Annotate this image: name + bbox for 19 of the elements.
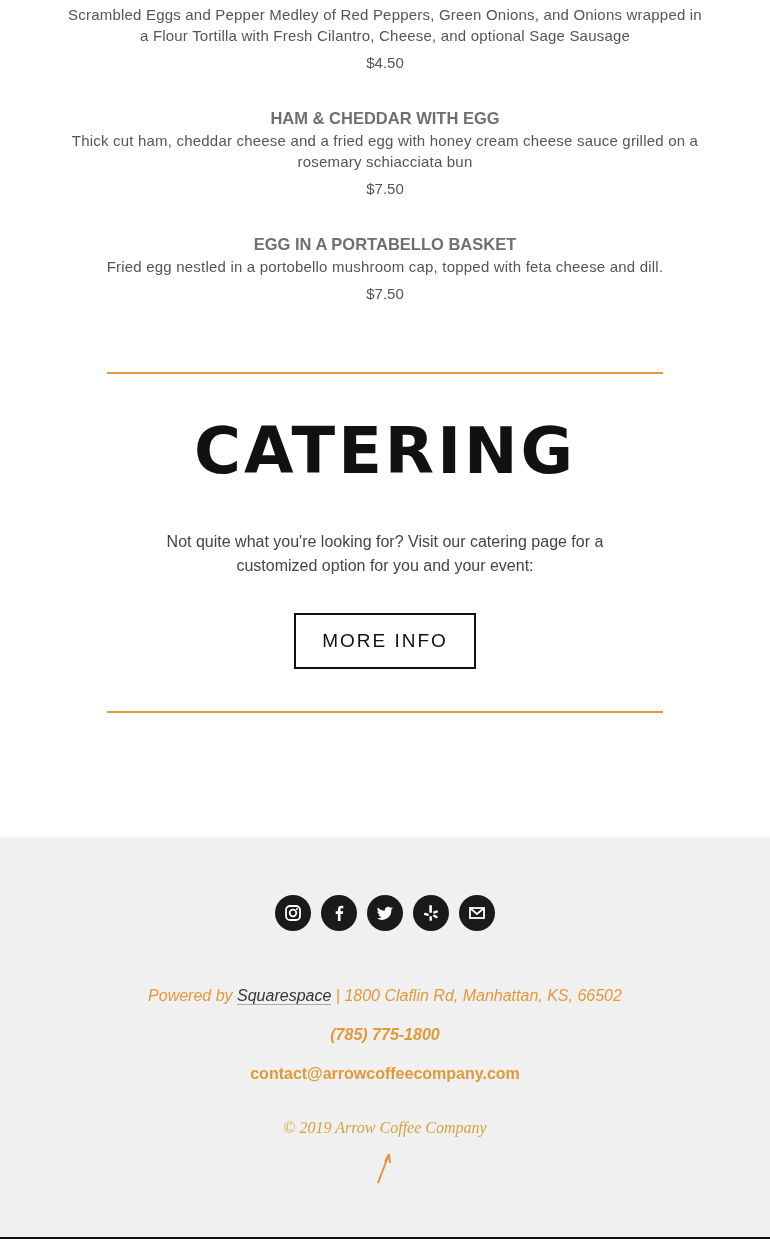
menu-item-description: Scrambled Eggs and Pepper Medley of Red Peppers, Green Onions, and Onions wrapped in a Flour Tortilla with Fresh Cilantro, Cheese, and optional Sage Sausage bbox=[67, 5, 703, 46]
menu-item-price: $4.50 bbox=[365, 54, 405, 71]
menu-item-price: $7.50 bbox=[365, 180, 405, 197]
instagram-icon[interactable] bbox=[275, 895, 311, 931]
copyright-text: © 2019 Arrow Coffee Company bbox=[283, 1119, 487, 1137]
menu-item-description: Thick cut ham, cheddar cheese and a fried egg with honey cream cheese sauce grilled on a rosemary schiacciata bun bbox=[70, 131, 700, 172]
catering-text: Not quite what you're looking for? Visit our catering page for a customized option for you and your event: bbox=[165, 532, 605, 576]
mail-icon[interactable] bbox=[459, 895, 495, 931]
squarespace-link[interactable]: Squarespace bbox=[237, 987, 332, 1005]
menu-item-title: HAM & CHEDDAR WITH EGG bbox=[269, 109, 501, 128]
yelp-icon[interactable] bbox=[413, 895, 449, 931]
menu-item-price: $7.50 bbox=[365, 285, 405, 302]
section-heading: CATERING bbox=[193, 416, 577, 486]
twitter-icon[interactable] bbox=[367, 895, 403, 931]
more-info-button[interactable]: MORE INFO bbox=[294, 613, 476, 669]
facebook-icon[interactable] bbox=[321, 895, 357, 931]
menu-item-description: Fried egg nestled in a portobello mushroom cap, topped with feta cheese and dill. bbox=[105, 257, 665, 277]
menu-item-title: EGG IN A PORTABELLO BASKET bbox=[252, 235, 518, 254]
address-line: Powered by Squarespace | 1800 Claflin Rd, Manhattan, KS, 66502 bbox=[148, 987, 622, 1005]
